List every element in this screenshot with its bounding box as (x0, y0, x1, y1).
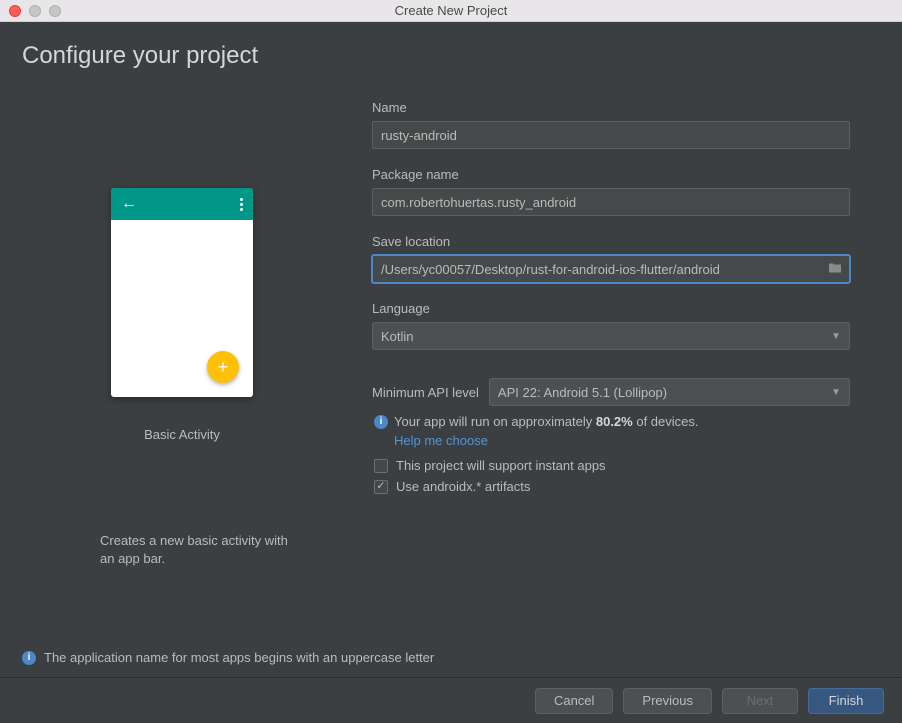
chevron-down-icon: ▼ (831, 331, 841, 342)
info-icon: i (22, 651, 36, 665)
api-level-select[interactable]: API 22: Android 5.1 (Lollipop) ▼ (489, 378, 850, 406)
name-label: Name (372, 100, 850, 115)
api-level-label: Minimum API level (372, 385, 479, 400)
window-title: Create New Project (0, 3, 902, 18)
name-input[interactable] (372, 121, 850, 149)
language-label: Language (372, 301, 850, 316)
cancel-button[interactable]: Cancel (535, 688, 613, 714)
browse-folder-icon[interactable] (828, 262, 842, 277)
finish-button[interactable]: Finish (808, 688, 884, 714)
location-label: Save location (372, 234, 850, 249)
titlebar: Create New Project (0, 0, 902, 22)
package-label: Package name (372, 167, 850, 182)
instant-apps-label: This project will support instant apps (396, 458, 606, 473)
page-heading: Configure your project (22, 42, 880, 70)
previous-button[interactable]: Previous (623, 688, 712, 714)
help-me-choose-link[interactable]: Help me choose (394, 433, 488, 448)
next-button: Next (722, 688, 798, 714)
template-preview: ← + (111, 188, 253, 397)
language-select[interactable]: Kotlin ▼ (372, 322, 850, 350)
info-icon: i (374, 415, 388, 429)
androidx-checkbox[interactable] (374, 480, 388, 494)
template-description: Creates a new basic activity with an app… (22, 532, 342, 568)
dialog-footer: Cancel Previous Next Finish (0, 677, 902, 723)
chevron-down-icon: ▼ (831, 387, 841, 398)
androidx-label: Use androidx.* artifacts (396, 479, 530, 494)
api-level-value: API 22: Android 5.1 (Lollipop) (498, 385, 667, 400)
validation-warning: i The application name for most apps beg… (22, 650, 434, 665)
back-arrow-icon: ← (121, 195, 137, 213)
instant-apps-checkbox[interactable] (374, 459, 388, 473)
device-coverage-info: i Your app will run on approximately 80.… (372, 414, 850, 429)
location-input[interactable] (372, 255, 850, 283)
language-value: Kotlin (381, 329, 414, 344)
template-caption: Basic Activity (144, 427, 220, 442)
package-input[interactable] (372, 188, 850, 216)
fab-plus-icon: + (207, 351, 239, 383)
overflow-menu-icon (240, 198, 243, 211)
preview-appbar: ← (111, 188, 253, 220)
